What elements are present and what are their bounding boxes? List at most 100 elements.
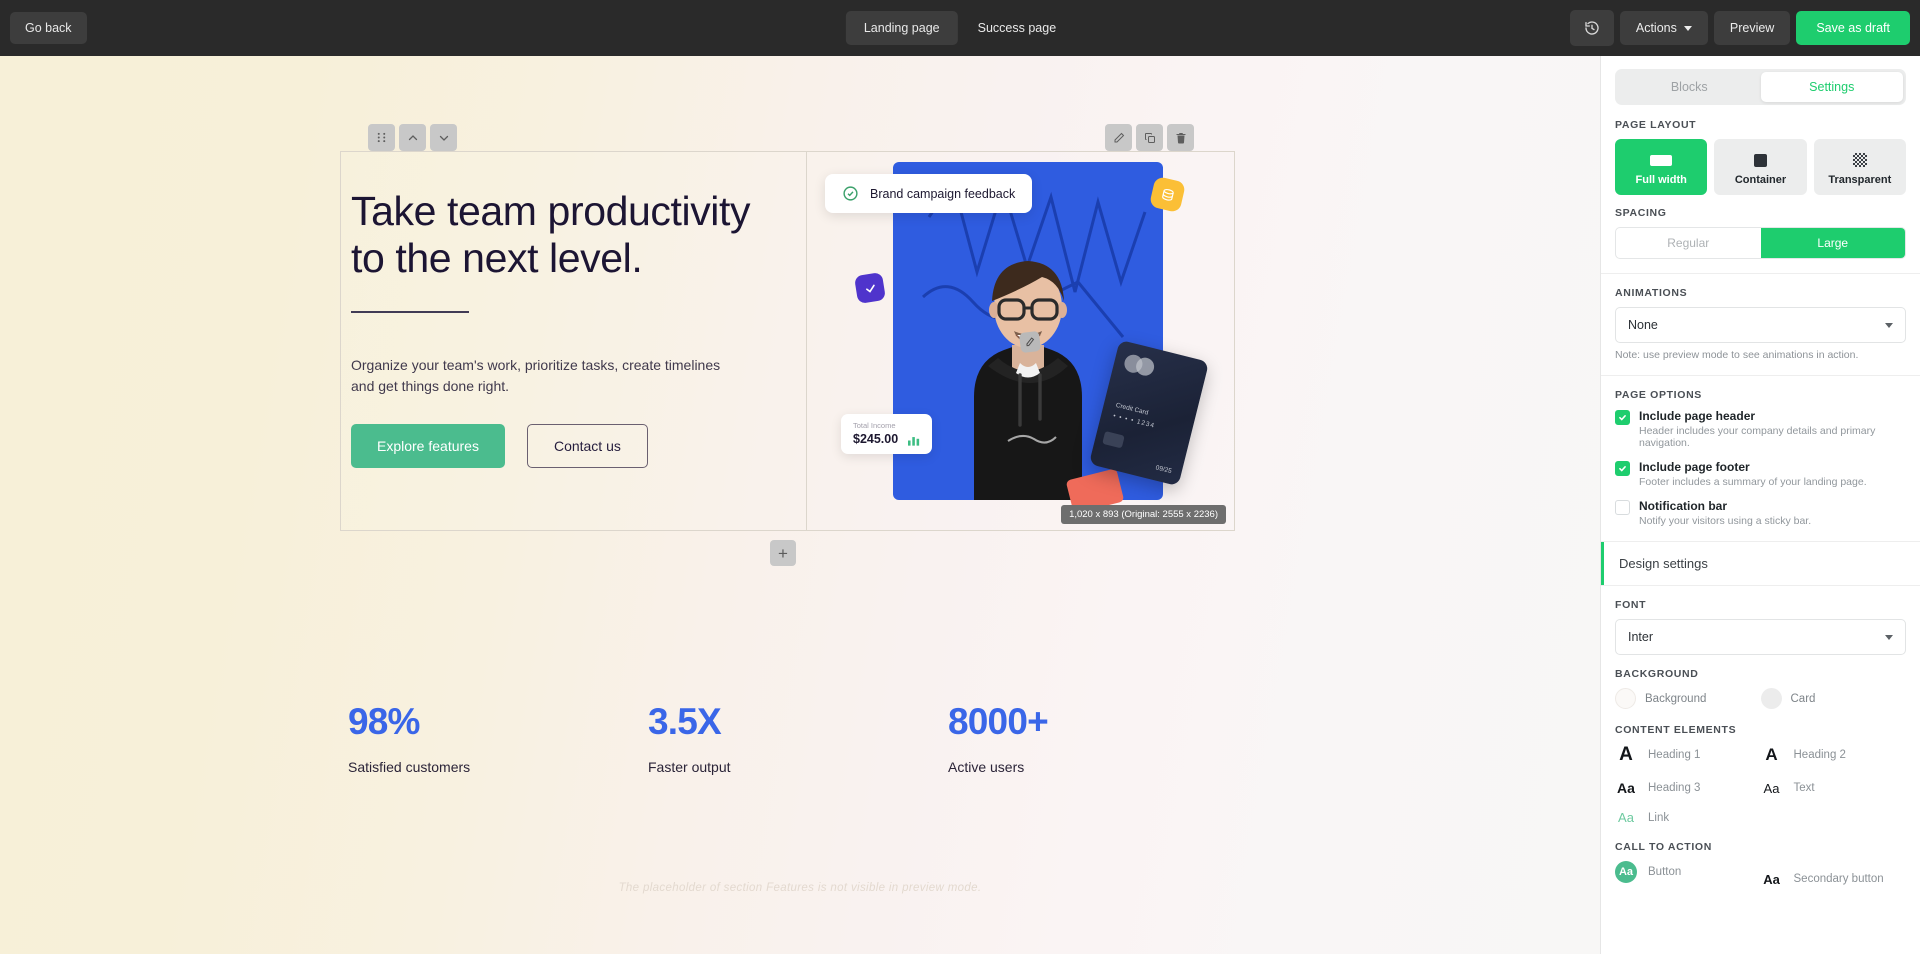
- chevron-down-icon: [1885, 634, 1893, 640]
- explore-features-button[interactable]: Explore features: [351, 423, 505, 468]
- add-section-button[interactable]: +: [770, 540, 796, 566]
- database-icon: [1161, 188, 1174, 201]
- page-layout-section: PAGE LAYOUT Full width Container Transpa…: [1601, 105, 1920, 273]
- heading-2-glyph-icon: A: [1765, 745, 1778, 764]
- page-option-include-header: Include page header Header includes your…: [1615, 409, 1906, 449]
- block-toolbar-right: [1105, 124, 1194, 151]
- hero-section-block[interactable]: Take team productivity to the next level…: [340, 151, 1235, 531]
- cta-secondary-button-style[interactable]: Aa Secondary button: [1761, 861, 1907, 897]
- feedback-card-label: Brand campaign feedback: [870, 186, 1016, 201]
- secondary-button-glyph-icon: Aa: [1763, 871, 1780, 887]
- content-element-heading-2[interactable]: A Heading 2: [1761, 744, 1907, 766]
- stat-label: Active users: [948, 759, 1025, 775]
- move-down-button[interactable]: [430, 124, 457, 151]
- layout-option-transparent[interactable]: Transparent: [1813, 139, 1906, 195]
- cta-label: Secondary button: [1793, 873, 1884, 885]
- card-logo-icon: [1122, 352, 1157, 378]
- drag-handle-button[interactable]: [368, 124, 395, 151]
- content-element-heading-1[interactable]: A Heading 1: [1615, 744, 1761, 766]
- text-glyph-icon: Aa: [1763, 780, 1780, 796]
- page-options-section: PAGE OPTIONS Include page header Header …: [1601, 375, 1920, 541]
- check-circle-icon: [843, 186, 858, 201]
- design-settings-header[interactable]: Design settings: [1601, 541, 1920, 586]
- income-label: Total Income: [853, 421, 896, 430]
- contact-us-button[interactable]: Contact us: [526, 423, 648, 468]
- stat-value: 8000+: [948, 701, 1049, 742]
- stat-item: 3.5X Faster output: [648, 701, 948, 775]
- check-icon: [1619, 415, 1626, 421]
- drag-handle-icon: [377, 132, 386, 143]
- delete-block-button[interactable]: [1167, 124, 1194, 151]
- hero-image-column[interactable]: Brand campaign feedback Total Income $24…: [806, 152, 1234, 530]
- page-canvas[interactable]: Take team productivity to the next level…: [0, 56, 1600, 954]
- stat-label: Satisfied customers: [348, 759, 471, 775]
- card-swatch: [1760, 688, 1782, 709]
- animations-title: ANIMATIONS: [1615, 287, 1688, 299]
- content-element-label: Heading 1: [1648, 749, 1701, 761]
- content-element-label: Text: [1793, 782, 1815, 794]
- stat-item: 8000+ Active users: [948, 701, 1248, 775]
- layout-option-label: Full width: [1635, 174, 1687, 186]
- bar-chart-icon: [908, 437, 920, 446]
- cta-label: Button: [1648, 866, 1682, 878]
- credit-card-number: • • • • 1234: [1112, 412, 1156, 430]
- spacing-option-large[interactable]: Large: [1760, 228, 1905, 258]
- font-select[interactable]: Inter: [1615, 619, 1906, 655]
- brand-campaign-feedback-card: Brand campaign feedback: [825, 174, 1033, 213]
- income-amount: $245.00: [853, 432, 899, 446]
- background-color-option[interactable]: Background: [1615, 688, 1761, 709]
- content-element-label: Link: [1648, 811, 1670, 824]
- delete-trash-icon: [1176, 132, 1185, 143]
- move-up-button[interactable]: [399, 124, 426, 151]
- notification-bar-checkbox[interactable]: [1615, 500, 1630, 515]
- layout-option-label: Transparent: [1828, 174, 1892, 186]
- duplicate-block-button[interactable]: [1136, 124, 1163, 151]
- animations-selected-value: None: [1628, 318, 1658, 332]
- tab-landing-page[interactable]: Landing page: [845, 11, 958, 45]
- content-element-link[interactable]: Aa Link: [1615, 810, 1761, 825]
- tab-settings[interactable]: Settings: [1760, 72, 1903, 102]
- animations-select[interactable]: None: [1615, 307, 1906, 343]
- card-color-option[interactable]: Card: [1760, 688, 1907, 709]
- option-description: Footer includes a summary of your landin…: [1639, 476, 1867, 488]
- settings-panel: Blocks Settings PAGE LAYOUT Full width C…: [1600, 56, 1920, 954]
- content-element-heading-3[interactable]: Aa Heading 3: [1615, 780, 1761, 796]
- history-revert-button[interactable]: [1569, 10, 1614, 46]
- spacing-option-regular[interactable]: Regular: [1616, 228, 1761, 258]
- cta-button-style[interactable]: Aa Button: [1615, 861, 1761, 883]
- page-option-include-footer: Include page footer Footer includes a su…: [1615, 460, 1906, 488]
- hero-text-column: Take team productivity to the next level…: [341, 152, 806, 530]
- hero-heading: Take team productivity to the next level…: [351, 188, 751, 281]
- hero-divider-rule: [351, 311, 469, 313]
- check-badge-chip: [853, 271, 887, 305]
- move-down-icon: [439, 135, 448, 141]
- landing-page-builder: Go back Landing page Success page Action…: [0, 0, 1920, 954]
- stat-value: 98%: [348, 701, 420, 742]
- stats-section-block[interactable]: 98% Satisfied customers 3.5X Faster outp…: [348, 701, 1248, 775]
- call-to-action-title: CALL TO ACTION: [1615, 841, 1712, 853]
- save-as-draft-button[interactable]: Save as draft: [1796, 11, 1910, 45]
- include-header-checkbox[interactable]: [1615, 410, 1630, 425]
- tab-success-page[interactable]: Success page: [960, 11, 1075, 45]
- page-tabs: Landing page Success page: [845, 11, 1075, 45]
- stat-item: 98% Satisfied customers: [348, 701, 648, 775]
- edit-pencil-icon: [1114, 132, 1124, 142]
- edit-block-button[interactable]: [1105, 124, 1132, 151]
- layout-option-container[interactable]: Container: [1714, 139, 1807, 195]
- background-swatch: [1615, 688, 1636, 709]
- page-option-notification-bar: Notification bar Notify your visitors us…: [1615, 499, 1906, 527]
- image-dimension-badge: 1,020 x 893 (Original: 2555 x 2236): [1061, 505, 1226, 524]
- top-actions: Actions Preview Save as draft: [1569, 10, 1910, 46]
- tab-blocks[interactable]: Blocks: [1618, 72, 1761, 102]
- content-element-text[interactable]: Aa Text: [1761, 780, 1907, 796]
- font-title: FONT: [1615, 599, 1647, 611]
- option-description: Header includes your company details and…: [1639, 425, 1876, 449]
- stat-value: 3.5X: [648, 701, 722, 742]
- layout-option-full-width[interactable]: Full width: [1615, 139, 1708, 195]
- preview-button[interactable]: Preview: [1713, 11, 1791, 45]
- call-to-action-grid: Aa Button Aa Secondary button: [1615, 861, 1906, 897]
- history-revert-icon: [1585, 21, 1599, 35]
- go-back-button[interactable]: Go back: [10, 12, 87, 44]
- actions-dropdown-button[interactable]: Actions: [1619, 11, 1708, 45]
- include-footer-checkbox[interactable]: [1615, 461, 1630, 476]
